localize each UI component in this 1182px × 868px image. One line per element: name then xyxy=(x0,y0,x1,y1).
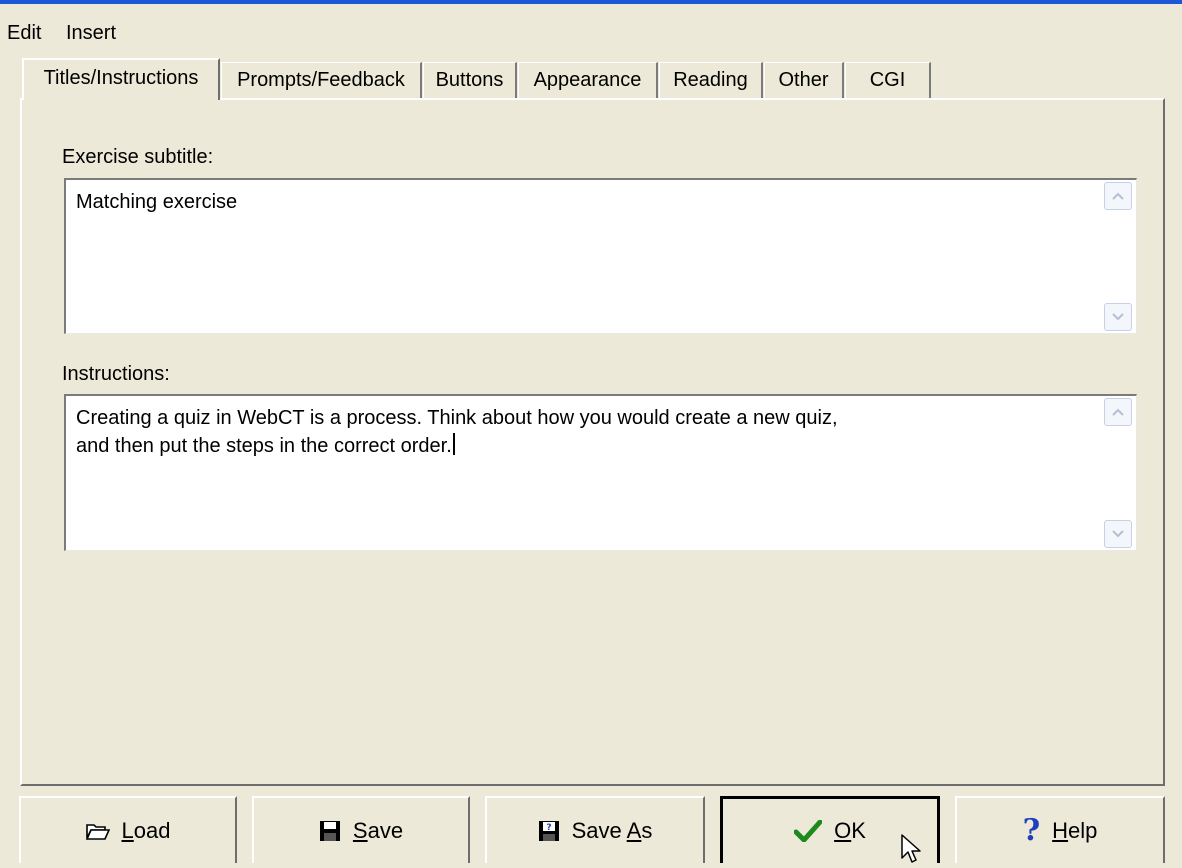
chevron-down-icon xyxy=(1112,313,1124,321)
chevron-up-icon xyxy=(1112,192,1124,200)
menu-insert[interactable]: Insert xyxy=(66,22,116,45)
tab-buttons[interactable]: Buttons xyxy=(423,62,517,98)
help-button[interactable]: ? Help xyxy=(955,796,1165,863)
instructions-label: Instructions: xyxy=(62,363,170,385)
subtitle-label: Exercise subtitle: xyxy=(62,146,214,168)
floppy-disk-question-icon: ? xyxy=(538,820,560,842)
scroll-up-button[interactable] xyxy=(1104,182,1132,210)
checkmark-icon xyxy=(794,820,823,842)
subtitle-scrollbar[interactable] xyxy=(1102,182,1134,331)
folder-open-icon xyxy=(85,821,110,841)
menu-bar: Edit Insert xyxy=(0,18,1182,50)
tab-appearance[interactable]: Appearance xyxy=(518,62,658,98)
menu-edit[interactable]: Edit xyxy=(7,22,41,45)
scroll-down-button[interactable] xyxy=(1104,303,1132,331)
floppy-disk-icon xyxy=(319,820,341,842)
help-label: Help xyxy=(1052,817,1098,843)
instructions-line-2: and then put the steps in the correct or… xyxy=(76,435,452,457)
instructions-field[interactable]: Creating a quiz in WebCT is a process. T… xyxy=(64,394,1137,551)
chevron-up-icon xyxy=(1112,408,1124,416)
question-mark-icon: ? xyxy=(1022,813,1041,848)
ok-label: OK xyxy=(834,818,866,843)
window-top-border xyxy=(0,0,1182,4)
save-as-label: Save As xyxy=(571,817,653,843)
svg-text:?: ? xyxy=(546,823,551,833)
load-label: Load xyxy=(121,817,171,843)
scroll-down-button[interactable] xyxy=(1104,520,1132,548)
instructions-line-1: Creating a quiz in WebCT is a process. T… xyxy=(76,407,838,429)
instructions-text: Creating a quiz in WebCT is a process. T… xyxy=(76,404,1086,460)
subtitle-field[interactable]: Matching exercise xyxy=(64,178,1137,334)
tab-other[interactable]: Other xyxy=(764,62,844,98)
titles-instructions-panel: Exercise subtitle: Matching exercise Ins… xyxy=(20,98,1165,786)
scroll-up-button[interactable] xyxy=(1104,398,1132,426)
save-label: Save xyxy=(352,817,404,843)
subtitle-value: Matching exercise xyxy=(76,191,238,213)
tab-titles-instructions[interactable]: Titles/Instructions xyxy=(22,58,220,100)
text-caret xyxy=(452,433,455,455)
instructions-scrollbar[interactable] xyxy=(1102,398,1134,548)
save-button[interactable]: Save xyxy=(252,796,470,863)
save-as-button[interactable]: ? Save As xyxy=(485,796,705,863)
load-button[interactable]: Load xyxy=(19,796,237,863)
tab-prompts-feedback[interactable]: Prompts/Feedback xyxy=(221,62,422,98)
tab-reading[interactable]: Reading xyxy=(659,62,763,98)
tab-cgi[interactable]: CGI xyxy=(845,62,931,98)
chevron-down-icon xyxy=(1112,530,1124,538)
